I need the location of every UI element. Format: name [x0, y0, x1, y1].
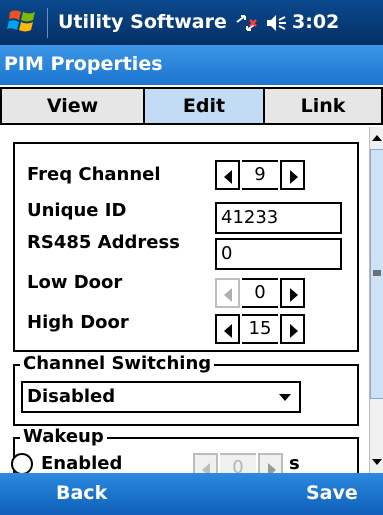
freq-channel-spinner[interactable]: 9	[215, 160, 305, 190]
freq-channel-value[interactable]: 9	[242, 160, 278, 190]
wakeup-enabled-label[interactable]: Enabled	[41, 453, 122, 473]
tab-strip: View Edit Link	[0, 85, 383, 127]
low-door-decrement-button[interactable]	[215, 278, 240, 308]
tab-edit[interactable]: Edit	[143, 87, 265, 125]
connectivity-icon[interactable]	[233, 12, 259, 34]
page-title: PIM Properties	[4, 53, 163, 75]
rs485-address-label: RS485 Address	[27, 232, 180, 253]
wakeup-group: Wakeup Enabled 0 s	[11, 426, 359, 473]
high-door-spinner[interactable]: 15	[215, 314, 305, 344]
clock[interactable]: 3:02	[292, 11, 339, 33]
high-door-label: High Door	[27, 312, 129, 333]
app-title: Utility Software	[58, 11, 227, 33]
unique-id-input[interactable]: 41233	[215, 202, 342, 234]
freq-channel-label: Freq Channel	[27, 164, 161, 185]
wakeup-title: Wakeup	[20, 426, 107, 447]
left-arrow-icon	[224, 288, 232, 302]
grip-icon	[373, 270, 381, 276]
tab-link[interactable]: Link	[263, 87, 383, 125]
content-area: Freq Channel 9 Unique ID 41233 RS485 Add…	[0, 127, 383, 473]
wakeup-increment-button[interactable]	[258, 453, 283, 473]
wakeup-value[interactable]: 0	[220, 453, 256, 473]
right-arrow-icon	[290, 170, 298, 184]
channel-switching-group: Channel Switching Disabled	[13, 353, 359, 426]
high-door-value[interactable]: 15	[242, 314, 278, 344]
freq-channel-increment-button[interactable]	[280, 160, 305, 190]
wakeup-enabled-radio[interactable]	[11, 453, 33, 473]
tab-view[interactable]: View	[0, 87, 145, 125]
vertical-scrollbar[interactable]	[369, 127, 383, 473]
dropdown-arrow-icon	[279, 394, 291, 401]
page-header: PIM Properties	[0, 45, 383, 85]
wakeup-decrement-button[interactable]	[193, 453, 218, 473]
high-door-increment-button[interactable]	[280, 314, 305, 344]
low-door-increment-button[interactable]	[280, 278, 305, 308]
title-bar: Utility Software 3:02	[0, 0, 383, 45]
unique-id-label: Unique ID	[27, 200, 127, 221]
title-separator	[47, 8, 48, 38]
low-door-label: Low Door	[27, 272, 123, 293]
save-button[interactable]: Save	[306, 482, 358, 504]
properties-group: Freq Channel 9 Unique ID 41233 RS485 Add…	[13, 142, 359, 352]
softkey-bar: Back Save	[0, 473, 383, 515]
scroll-down-icon[interactable]	[371, 457, 383, 467]
right-arrow-icon	[290, 324, 298, 338]
right-arrow-icon	[290, 288, 298, 302]
low-door-value[interactable]: 0	[242, 278, 278, 308]
channel-switching-title: Channel Switching	[20, 353, 215, 374]
channel-switching-dropdown[interactable]: Disabled	[21, 381, 301, 413]
volume-icon[interactable]	[265, 12, 287, 34]
wakeup-spinner[interactable]: 0	[193, 453, 283, 473]
channel-switching-selected: Disabled	[27, 386, 116, 407]
rs485-address-input[interactable]: 0	[215, 238, 342, 270]
high-door-decrement-button[interactable]	[215, 314, 240, 344]
left-arrow-icon	[224, 324, 232, 338]
scroll-up-icon[interactable]	[371, 133, 383, 143]
freq-channel-decrement-button[interactable]	[215, 160, 240, 190]
left-arrow-icon	[224, 170, 232, 184]
right-arrow-icon	[268, 463, 276, 473]
low-door-spinner[interactable]: 0	[215, 278, 305, 308]
left-arrow-icon	[202, 463, 210, 473]
scroll-thumb[interactable]	[370, 149, 383, 399]
back-button[interactable]: Back	[56, 482, 107, 504]
wakeup-unit: s	[289, 453, 300, 473]
windows-start-icon[interactable]	[7, 6, 39, 38]
